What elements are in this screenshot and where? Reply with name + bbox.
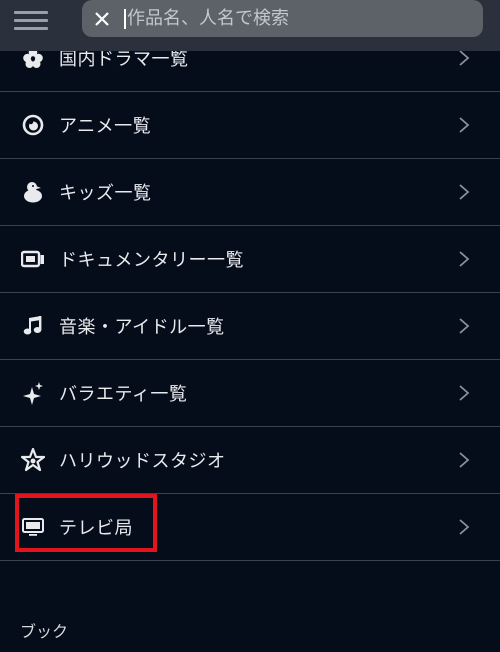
menu-item-label: バラエティ一覧 xyxy=(59,384,188,405)
menu-item-kids[interactable]: キッズ一覧 xyxy=(0,159,500,226)
search-input[interactable] xyxy=(126,3,447,34)
hamburger-menu-icon[interactable] xyxy=(14,8,50,30)
chevron-right-icon xyxy=(459,251,470,267)
menu-item-hollywood[interactable]: ハリウッドスタジオ xyxy=(0,427,500,494)
section-title-book: ブック xyxy=(20,622,69,641)
close-icon[interactable] xyxy=(82,0,122,37)
chevron-right-icon xyxy=(459,519,470,535)
category-list: 国内ドラマ一覧 アニメ一覧 キッズ一覧 ドキュメンタリー一覧 音楽・アイドル一覧… xyxy=(0,25,500,561)
menu-item-anime[interactable]: アニメ一覧 xyxy=(0,92,500,159)
menu-item-label: ハリウッドスタジオ xyxy=(59,451,226,472)
menu-item-label: テレビ局 xyxy=(59,518,133,539)
chevron-right-icon xyxy=(459,385,470,401)
chick-icon xyxy=(20,179,46,205)
menu-item-label: 音楽・アイドル一覧 xyxy=(59,317,225,338)
anime-eye-icon xyxy=(20,112,46,138)
chevron-right-icon xyxy=(459,117,470,133)
app-screen: 国内ドラマ一覧 アニメ一覧 キッズ一覧 ドキュメンタリー一覧 音楽・アイドル一覧… xyxy=(0,0,500,652)
chevron-right-icon xyxy=(459,452,470,468)
menu-item-label: ドキュメンタリー一覧 xyxy=(59,250,244,271)
top-bar xyxy=(0,0,500,51)
menu-item-variety[interactable]: バラエティ一覧 xyxy=(0,360,500,427)
chevron-right-icon xyxy=(459,318,470,334)
tv-icon xyxy=(20,514,46,540)
menu-item-tv-station[interactable]: テレビ局 xyxy=(0,494,500,561)
chevron-right-icon xyxy=(459,50,470,66)
sparkle-icon xyxy=(20,380,46,406)
search-bar xyxy=(82,0,483,37)
camera-icon xyxy=(20,246,46,272)
star-outline-icon xyxy=(20,447,46,473)
chevron-right-icon xyxy=(459,184,470,200)
menu-item-label: キッズ一覧 xyxy=(59,183,152,204)
menu-item-documentary[interactable]: ドキュメンタリー一覧 xyxy=(0,226,500,293)
music-note-icon xyxy=(20,313,46,339)
menu-item-label: アニメ一覧 xyxy=(59,116,152,137)
menu-item-music-idol[interactable]: 音楽・アイドル一覧 xyxy=(0,293,500,360)
